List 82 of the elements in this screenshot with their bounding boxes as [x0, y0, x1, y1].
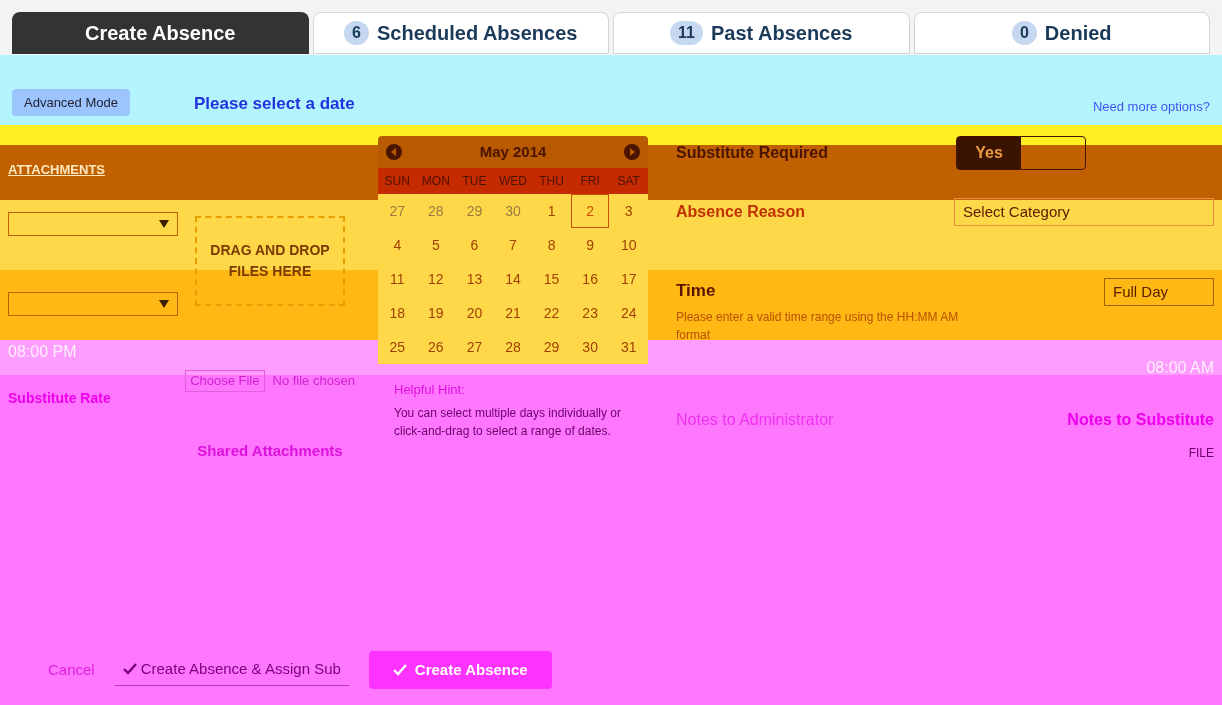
time-label: Time — [676, 280, 717, 302]
calendar-day[interactable]: 11 — [378, 262, 417, 296]
dropdown[interactable] — [8, 211, 178, 236]
create-absence-button[interactable]: Create Absence — [368, 650, 552, 689]
weekday-label: MON — [420, 173, 451, 190]
notes-label: Notes to Substitute — [1067, 409, 1214, 430]
calendar-day[interactable]: 28 — [416, 194, 456, 228]
calendar-day[interactable]: 30 — [570, 330, 610, 364]
category-select[interactable]: Select Category — [954, 198, 1214, 226]
calendar-day[interactable]: 13 — [455, 262, 494, 296]
advanced-mode-button[interactable]: Advanced Mode — [12, 88, 130, 116]
caret-icon — [159, 219, 169, 228]
create-assign-button[interactable]: Create Absence & Assign Sub — [114, 654, 349, 686]
substitute-label: Substitute Required — [676, 143, 828, 163]
calendar-day[interactable]: 27 — [455, 330, 494, 364]
attachments-link[interactable]: ATTACHMENTS — [8, 160, 178, 180]
check-icon — [392, 663, 407, 676]
calendar-day[interactable]: 23 — [570, 296, 610, 330]
page-heading: Please select a date — [193, 92, 355, 115]
calendar-day[interactable]: 6 — [455, 228, 494, 262]
weekday-label: TUE — [461, 173, 488, 190]
calendar-day[interactable]: 12 — [416, 262, 456, 296]
calendar-day[interactable]: 28 — [493, 330, 533, 364]
calendar-day[interactable]: 29 — [455, 194, 494, 228]
calendar-day[interactable]: 21 — [493, 296, 533, 330]
calendar-day[interactable]: 7 — [493, 228, 533, 262]
tab[interactable]: 6 Scheduled Absences — [312, 12, 609, 54]
month-title: May 2014 — [479, 141, 547, 162]
time-value: 08:00 AM — [1146, 357, 1214, 378]
calendar-day[interactable]: 4 — [378, 228, 417, 262]
previous-month-icon[interactable] — [386, 144, 402, 160]
time-select[interactable]: Full Day — [1104, 278, 1214, 306]
calendar-day[interactable]: 14 — [493, 262, 533, 296]
calendar-day[interactable]: 26 — [416, 330, 456, 364]
reason-label: Absence Reason — [676, 202, 805, 222]
calendar-day[interactable]: 29 — [532, 330, 571, 364]
calendar-day[interactable]: 22 — [532, 296, 571, 330]
count-badge: 6 — [344, 21, 369, 45]
calendar-day[interactable]: 16 — [570, 262, 610, 296]
calendar-day[interactable]: 25 — [378, 330, 417, 364]
count-badge: 11 — [670, 21, 703, 45]
calendar-day[interactable]: 18 — [378, 296, 417, 330]
file-status: No file chosen — [272, 372, 355, 390]
calendar-day[interactable]: 5 — [416, 228, 456, 262]
substitute-toggle[interactable]: Yes — [956, 136, 1086, 170]
file-label: FILE — [1188, 444, 1214, 462]
next-month-icon[interactable] — [624, 144, 640, 160]
calendar-day[interactable]: 3 — [609, 194, 648, 228]
dropdown[interactable] — [8, 291, 178, 316]
weekday-label: THU — [538, 173, 565, 190]
rate-label: Substitute Rate — [8, 388, 112, 408]
calendar-day[interactable]: 2 — [570, 194, 610, 228]
calendar-day[interactable]: 1 — [532, 194, 571, 228]
calendar-day[interactable]: 8 — [532, 228, 571, 262]
hint-text: You can select multiple days individually or click-and-drag to select a range of dates. — [394, 404, 622, 440]
notes-label: Notes to Administrator — [676, 409, 834, 430]
calendar-day[interactable]: 15 — [532, 262, 571, 296]
calendar-day[interactable]: 24 — [609, 296, 648, 330]
calendar-day[interactable]: 10 — [609, 228, 648, 262]
weekday-label: SUN — [383, 173, 411, 190]
tab[interactable]: Create Absence — [12, 12, 309, 54]
calendar-day[interactable]: 27 — [378, 194, 417, 228]
tab[interactable]: 11 Past Absences — [613, 12, 910, 54]
hint-title: Helpful Hint: — [394, 381, 466, 399]
check-icon — [122, 663, 137, 676]
shared-attachments-heading: Shared Attachments — [197, 440, 343, 461]
weekday-label: SAT — [616, 173, 641, 190]
count-badge: 0 — [1011, 21, 1037, 45]
drop-zone[interactable]: DRAG AND DROP FILES HERE — [195, 216, 345, 306]
caret-icon — [159, 299, 169, 308]
time-value: 08:00 PM — [8, 341, 78, 362]
calendar-day[interactable]: 9 — [570, 228, 610, 262]
tab[interactable]: 0 Denied — [913, 12, 1210, 54]
calendar-day[interactable]: 19 — [416, 296, 456, 330]
weekday-label: WED — [498, 173, 528, 190]
calendar-day[interactable]: 31 — [609, 330, 648, 364]
calendar-day[interactable]: 20 — [455, 296, 494, 330]
calendar-day[interactable]: 30 — [493, 194, 533, 228]
calendar-day[interactable]: 17 — [609, 262, 648, 296]
time-help: Please enter a valid time range using the HH:MM AM format — [676, 308, 960, 344]
weekday-label: FRI — [579, 173, 601, 190]
help-link[interactable]: Need more options? — [1092, 96, 1210, 116]
